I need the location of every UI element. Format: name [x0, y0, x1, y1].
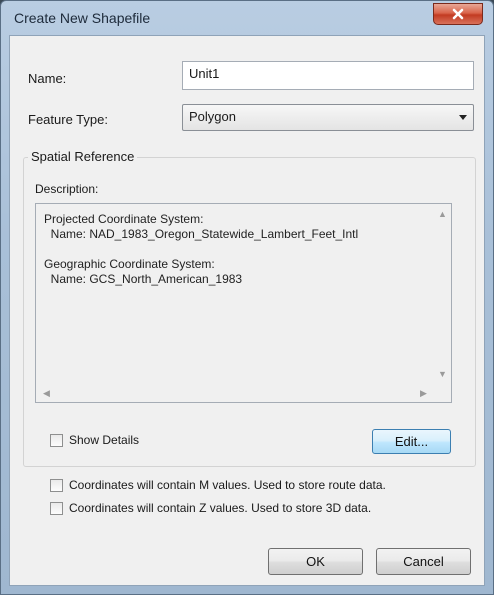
edit-button[interactable]: Edit... — [372, 429, 451, 454]
z-values-checkbox-row[interactable]: Coordinates will contain Z values. Used … — [50, 501, 371, 515]
title-bar[interactable]: Create New Shapefile — [1, 1, 493, 35]
description-label: Description: — [35, 182, 99, 196]
ok-button[interactable]: OK — [268, 548, 363, 575]
close-button[interactable] — [433, 3, 483, 25]
show-details-label: Show Details — [69, 433, 140, 447]
feature-type-label: Feature Type: — [28, 112, 108, 127]
window-title: Create New Shapefile — [14, 10, 151, 26]
m-values-label: Coordinates will contain M values. Used … — [69, 478, 386, 492]
z-values-label: Coordinates will contain Z values. Used … — [69, 501, 372, 515]
spatial-reference-title: Spatial Reference — [28, 149, 138, 164]
scroll-down-icon[interactable]: ▼ — [434, 366, 451, 383]
scroll-up-icon[interactable]: ▲ — [434, 206, 451, 223]
dialog-window: Create New Shapefile Name: Unit1 Feature… — [0, 0, 494, 595]
m-values-checkbox-row[interactable]: Coordinates will contain M values. Used … — [50, 478, 386, 492]
scroll-left-icon[interactable]: ◀ — [38, 385, 55, 402]
horizontal-scrollbar[interactable]: ◀ ▶ — [36, 385, 434, 402]
name-input[interactable]: Unit1 — [182, 61, 474, 90]
description-box[interactable]: Projected Coordinate System: Name: NAD_1… — [35, 203, 452, 403]
scroll-right-icon[interactable]: ▶ — [415, 385, 432, 402]
show-details-checkbox[interactable] — [50, 433, 63, 447]
chevron-down-icon — [459, 115, 467, 120]
cancel-button[interactable]: Cancel — [376, 548, 471, 575]
vertical-scrollbar[interactable]: ▲ ▼ — [434, 204, 451, 385]
dialog-content: Name: Unit1 Feature Type: Polygon Spatia… — [9, 35, 485, 586]
z-values-checkbox[interactable] — [50, 501, 63, 515]
m-values-checkbox[interactable] — [50, 478, 63, 492]
feature-type-value: Polygon — [189, 109, 236, 124]
show-details-checkbox-row[interactable]: Show Details — [50, 433, 139, 447]
name-label: Name: — [28, 71, 67, 86]
description-text: Projected Coordinate System: Name: NAD_1… — [44, 212, 359, 286]
close-icon — [452, 8, 464, 20]
feature-type-select[interactable]: Polygon — [182, 104, 474, 131]
